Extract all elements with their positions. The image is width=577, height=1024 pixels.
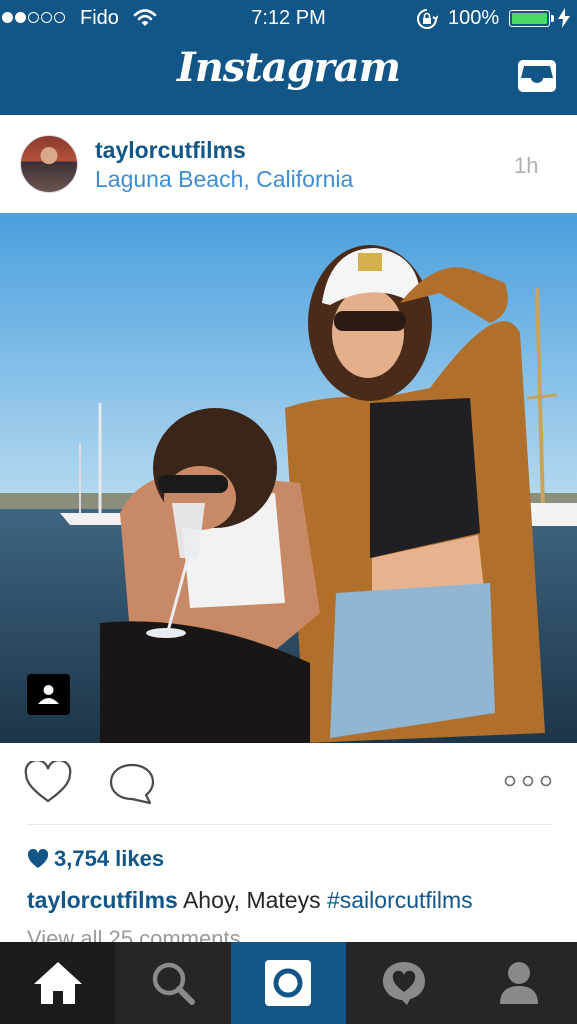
tab-home[interactable] <box>0 942 116 1024</box>
caption-username[interactable]: taylorcutfilms <box>27 887 178 913</box>
top-bar: Fido 7:12 PM 100% Instagram <box>0 0 577 115</box>
inbox-tray-icon[interactable] <box>516 58 558 99</box>
heart-outline-icon[interactable] <box>24 759 72 810</box>
battery-tip <box>551 15 554 22</box>
battery-percent: 100% <box>448 7 500 29</box>
post-photo[interactable] <box>0 213 577 743</box>
tab-bar <box>0 942 577 1024</box>
more-dots-icon[interactable] <box>504 774 552 793</box>
tab-camera[interactable] <box>230 942 347 1024</box>
activity-heart-icon <box>382 962 425 1005</box>
camera-icon <box>265 960 312 1006</box>
search-icon <box>152 962 196 1005</box>
charging-bolt-icon <box>558 8 570 34</box>
avatar[interactable] <box>20 135 78 193</box>
tab-activity[interactable] <box>346 942 461 1024</box>
tab-profile[interactable] <box>462 942 577 1024</box>
post-caption: taylorcutfilms Ahoy, Mateys #sailorcutfi… <box>27 887 473 914</box>
people-tag-icon[interactable] <box>27 672 70 715</box>
post-username[interactable]: taylorcutfilms <box>95 137 246 164</box>
post-location[interactable]: Laguna Beach, California <box>95 166 353 193</box>
caption-text: Ahoy, Mateys <box>177 887 327 913</box>
likes-text: 3,754 likes <box>54 846 165 871</box>
comment-bubble-icon[interactable] <box>108 762 156 811</box>
tab-search[interactable] <box>115 942 230 1024</box>
status-bar: Fido 7:12 PM 100% <box>0 0 577 38</box>
battery-icon <box>509 10 550 27</box>
post-time: 1h <box>514 153 539 178</box>
profile-icon <box>500 962 539 1004</box>
app-title: Instagram <box>177 44 401 91</box>
heart-filled-icon <box>27 849 49 868</box>
divider <box>27 824 551 825</box>
likes-count[interactable]: 3,754 likes <box>27 846 164 872</box>
rotation-lock-icon <box>416 8 439 36</box>
post-header <box>0 115 577 213</box>
home-icon <box>33 962 82 1004</box>
caption-hashtag[interactable]: #sailorcutfilms <box>327 887 473 913</box>
